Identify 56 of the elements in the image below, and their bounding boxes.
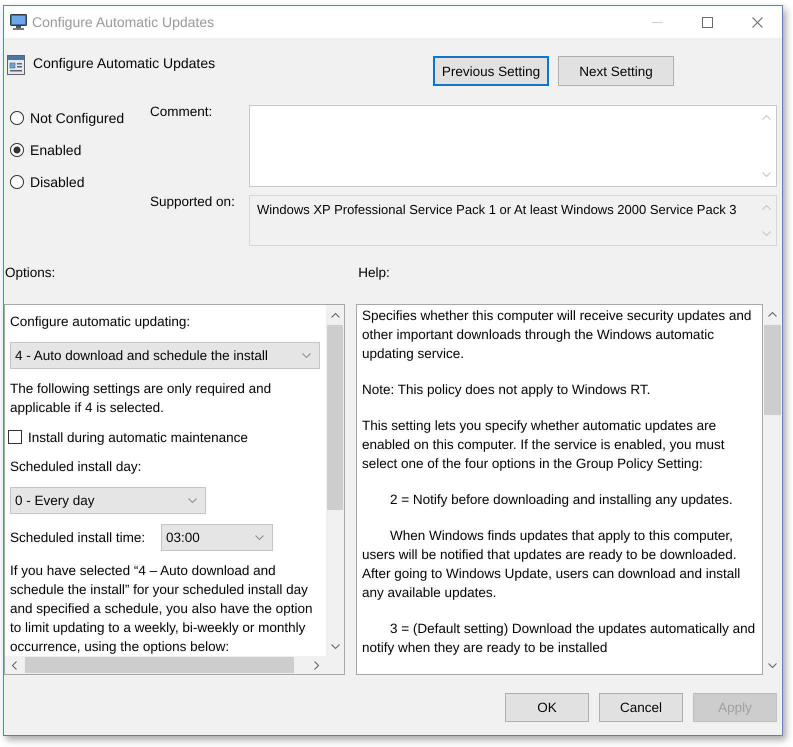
- supported-on-label: Supported on:: [150, 194, 236, 210]
- radio-button[interactable]: [10, 111, 24, 125]
- caret-icon: [255, 535, 264, 540]
- dialog-button[interactable]: OK: [505, 693, 589, 722]
- radio-button[interactable]: [10, 175, 24, 189]
- checkbox[interactable]: [8, 430, 22, 444]
- window-title: Configure Automatic Updates: [32, 14, 214, 30]
- options-label: Options:: [5, 264, 56, 280]
- radio-label[interactable]: Not Configured: [30, 110, 124, 126]
- field-label: Configure automatic updating:: [10, 313, 190, 331]
- scroll-up-icon[interactable]: [330, 312, 340, 318]
- dropdown[interactable]: 03:00: [161, 524, 273, 551]
- maximize-icon: [702, 16, 712, 28]
- scroll-down-icon: [762, 231, 770, 236]
- close-icon: [752, 16, 762, 28]
- caret-icon: [302, 353, 311, 358]
- help-paragraph: This setting lets you specify whether automatic updates are enabled on this computer. If the service is enabled, you must select one of the four options in the Group Policy Setting:: [362, 417, 726, 473]
- help-label: Help:: [358, 264, 390, 280]
- dropdown[interactable]: 0 - Every day: [10, 487, 206, 514]
- form-icon: [7, 55, 25, 75]
- comment-field[interactable]: [249, 105, 777, 187]
- scroll-up-icon[interactable]: [768, 312, 777, 316]
- info-text: If you have selected “4 – Auto download and schedule the install” for your scheduled install day and specified a schedule, you also have the option to limit updating to a weekly, bi-weekly or monthly occurrence, using the options below:: [10, 562, 314, 656]
- scrollbar-thumb[interactable]: [764, 325, 781, 415]
- caret-icon: [188, 498, 197, 503]
- scroll-down-icon[interactable]: [768, 662, 777, 668]
- monitor-icon: [10, 14, 27, 30]
- help-paragraph: Note: This policy does not apply to Windows RT.: [362, 381, 652, 399]
- field-label: Scheduled install time:: [10, 530, 146, 545]
- field-label: Scheduled install day:: [10, 458, 142, 476]
- checkbox-label[interactable]: Install during automatic maintenance: [28, 430, 248, 444]
- setting-nav-button[interactable]: Previous Setting: [433, 56, 549, 86]
- comment-label: Comment:: [150, 104, 214, 120]
- help-paragraph: When Windows finds updates that apply to this computer, users will be notified that updates are ready to be downloaded. After going to Windows Update, users can download and install any available updates.: [362, 527, 742, 602]
- scroll-up-icon: [762, 115, 770, 120]
- setting-nav-button[interactable]: Next Setting: [558, 56, 674, 86]
- scroll-down-icon[interactable]: [330, 644, 340, 648]
- info-text: The following settings are only required and applicable if 4 is selected.: [10, 380, 272, 417]
- scrollbar-thumb[interactable]: [25, 657, 294, 673]
- policy-title: Configure Automatic Updates: [33, 55, 216, 71]
- help-paragraph: 2 = Notify before downloading and installing any updates.: [389, 491, 734, 509]
- scroll-down-icon: [762, 172, 770, 177]
- help-paragraph: 3 = (Default setting) Download the updates automatically and notify when they are ready to be installed: [362, 620, 756, 657]
- help-paragraph: Specifies whether this computer will receive security updates and other important downloads through the Windows automatic updating service.: [362, 307, 752, 363]
- radio-label[interactable]: Disabled: [30, 174, 84, 190]
- scrollbar-thumb[interactable]: [327, 325, 343, 510]
- radio-label[interactable]: Enabled: [30, 142, 82, 158]
- dialog-button[interactable]: Cancel: [599, 693, 683, 722]
- dropdown[interactable]: 4 - Auto download and schedule the install: [10, 342, 320, 369]
- supported-on-text: Windows XP Professional Service Pack 1 or At least Windows 2000 Service Pack 3: [256, 201, 737, 219]
- scroll-up-icon: [762, 205, 770, 210]
- radio-button[interactable]: [10, 143, 24, 157]
- vertical-scrollbar[interactable]: [326, 305, 344, 656]
- scroll-right-icon[interactable]: [314, 660, 319, 670]
- horizontal-scrollbar[interactable]: [5, 656, 326, 674]
- scroll-left-icon[interactable]: [12, 660, 17, 670]
